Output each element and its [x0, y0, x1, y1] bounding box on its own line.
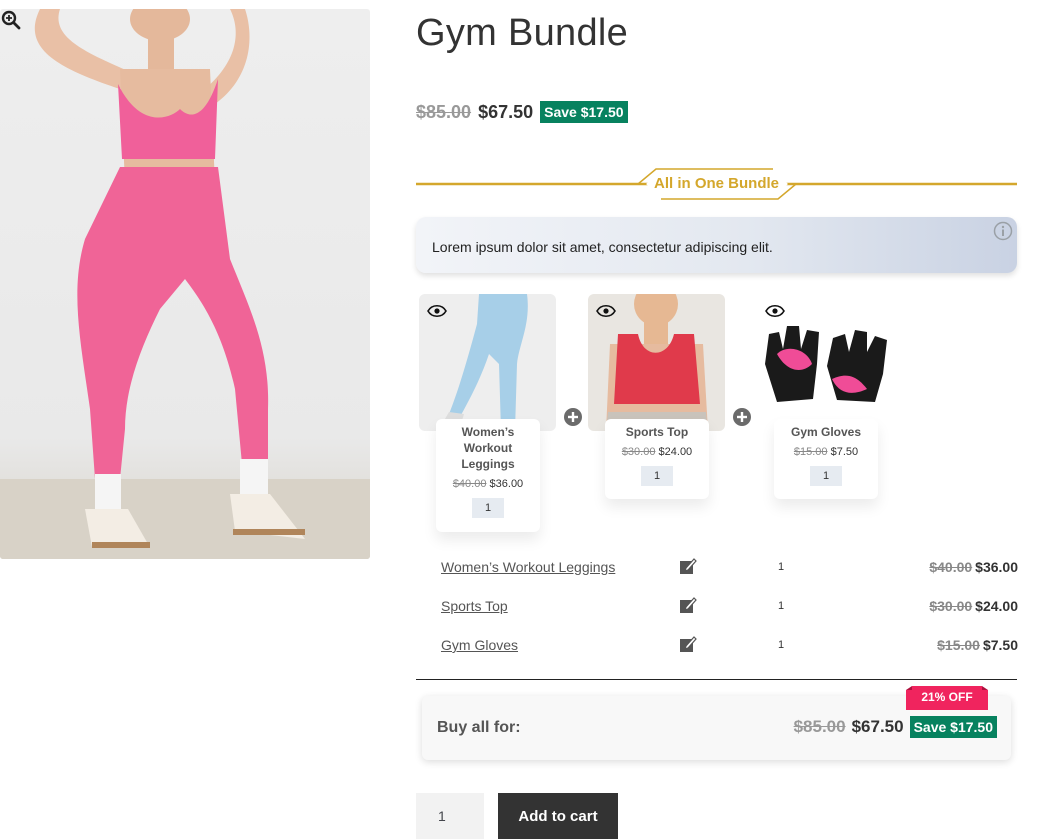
- bundle-row: Sports Top 1 $30.00 $24.00: [441, 596, 1019, 618]
- bundle-card-gym-gloves: Gym Gloves $15.00 $7.50 1: [774, 419, 878, 499]
- bundle-card-leggings: Women’s Workout Leggings $40.00 $36.00 1: [436, 419, 540, 532]
- bundle-row: Women’s Workout Leggings 1 $40.00 $36.00: [441, 557, 1019, 579]
- bundle-total-price: $85.00 $67.50 Save $17.50: [794, 716, 997, 738]
- eye-icon[interactable]: [427, 304, 447, 318]
- bundle-row-qty: 1: [778, 600, 785, 612]
- bundle-description-text: Lorem ipsum dolor sit amet, consectetur …: [432, 239, 773, 255]
- info-icon[interactable]: [993, 221, 1013, 241]
- card-name[interactable]: Gym Gloves: [774, 419, 878, 440]
- eye-icon[interactable]: [596, 304, 616, 318]
- plus-icon: [733, 408, 751, 426]
- bundle-row: Gym Gloves 1 $15.00 $7.50: [441, 635, 1019, 657]
- discount-badge: 21% OFF: [921, 690, 973, 704]
- quantity-input[interactable]: [416, 793, 484, 839]
- product-title: Gym Bundle: [416, 12, 629, 54]
- bundle-total-label: Buy all for:: [437, 719, 521, 736]
- plus-icon: [564, 408, 582, 426]
- product-price: $85.00 $67.50 Save $17.50: [416, 101, 628, 123]
- product-image-sports-top[interactable]: [588, 294, 725, 431]
- zoom-icon[interactable]: [0, 9, 22, 31]
- edit-icon[interactable]: [679, 635, 697, 653]
- bundle-description: Lorem ipsum dolor sit amet, consectetur …: [416, 217, 1017, 273]
- bundle-row-price: $15.00 $7.50: [937, 637, 1018, 653]
- card-quantity[interactable]: 1: [810, 466, 842, 486]
- eye-icon[interactable]: [765, 304, 785, 318]
- bundle-card-sports-top: Sports Top $30.00 $24.00 1: [605, 419, 709, 499]
- model-illustration: [0, 9, 370, 559]
- sale-price: $67.50: [851, 717, 904, 736]
- add-to-cart-button[interactable]: Add to cart: [498, 793, 618, 839]
- bundle-row-price: $40.00 $36.00: [929, 559, 1018, 575]
- edit-icon[interactable]: [679, 596, 697, 614]
- card-price: $30.00 $24.00: [621, 446, 693, 458]
- card-name[interactable]: Sports Top: [605, 419, 709, 440]
- regular-price: $85.00: [793, 717, 846, 736]
- bundle-row-qty: 1: [778, 561, 785, 573]
- product-image-leggings[interactable]: [419, 294, 556, 431]
- bundle-heading-label: All in One Bundle: [653, 175, 779, 192]
- card-price: $15.00 $7.50: [793, 446, 859, 458]
- card-quantity[interactable]: 1: [472, 498, 504, 518]
- bundle-row-name[interactable]: Gym Gloves: [441, 637, 518, 653]
- save-badge: Save $17.50: [540, 101, 628, 123]
- product-main-image[interactable]: [0, 9, 370, 559]
- divider: [416, 679, 1017, 680]
- bundle-heading: All in One Bundle: [416, 166, 1017, 202]
- card-quantity[interactable]: 1: [641, 466, 673, 486]
- regular-price: $85.00: [416, 101, 472, 122]
- bundle-row-price: $30.00 $24.00: [929, 598, 1018, 614]
- bundle-row-name[interactable]: Women’s Workout Leggings: [441, 559, 615, 575]
- sale-price: $67.50: [478, 101, 534, 122]
- edit-icon[interactable]: [679, 557, 697, 575]
- card-price: $40.00 $36.00: [452, 478, 524, 490]
- save-badge: Save $17.50: [909, 716, 997, 738]
- product-image-gym-gloves[interactable]: [757, 294, 894, 431]
- card-name[interactable]: Women’s Workout Leggings: [436, 419, 540, 472]
- bundle-row-qty: 1: [778, 639, 785, 651]
- bundle-row-name[interactable]: Sports Top: [441, 598, 508, 614]
